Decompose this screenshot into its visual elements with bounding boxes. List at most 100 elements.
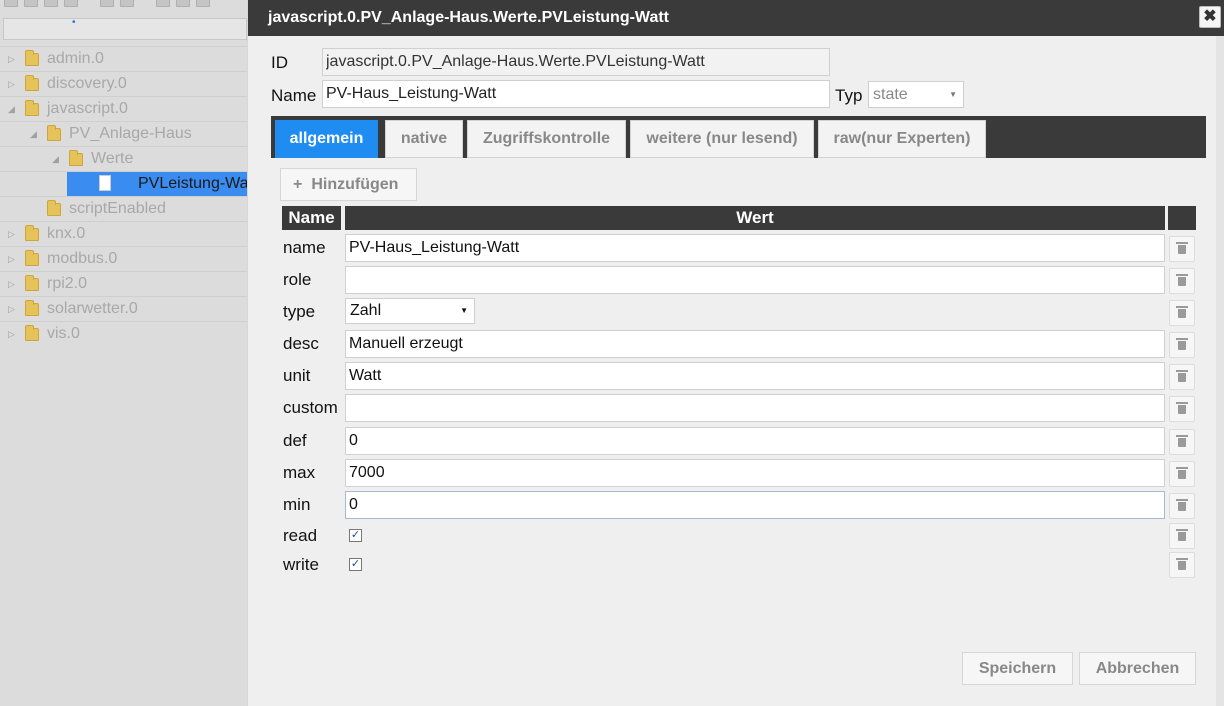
delete-property-button[interactable]: [1169, 236, 1195, 262]
property-value-input[interactable]: 0: [345, 427, 1165, 455]
folder-icon: [25, 275, 39, 291]
collapse-icon[interactable]: ◢: [8, 97, 15, 121]
name-label: Name: [271, 86, 317, 105]
folder-icon: [69, 150, 83, 166]
delete-property-button[interactable]: [1169, 332, 1195, 358]
folder-icon: [25, 75, 39, 91]
tree-item-label: PVLeistung-Watt: [138, 175, 247, 192]
property-row: desc Manuell erzeugt: [282, 329, 1197, 359]
trash-icon: [1176, 370, 1188, 382]
tab-weitere[interactable]: weitere (nur lesend): [630, 120, 814, 158]
dialog-title: javascript.0.PV_Anlage-Haus.Werte.PVLeis…: [268, 9, 669, 26]
expand-icon[interactable]: ▷: [8, 247, 15, 271]
tree-list: ▷ admin.0 ▷ discovery.0 ◢ javascript.0 ◢ PV_Anl…: [0, 46, 247, 346]
column-header-value: Wert: [345, 206, 1165, 230]
tree-item[interactable]: ◢ Werte: [0, 146, 247, 171]
delete-property-button[interactable]: [1169, 461, 1195, 487]
tree-item-label: solarwetter.0: [47, 300, 138, 317]
folder-icon: [25, 300, 39, 316]
tree-item[interactable]: ▷ modbus.0: [0, 246, 247, 271]
property-value-input[interactable]: 0: [345, 491, 1165, 519]
folder-icon: [25, 250, 39, 266]
property-value-input[interactable]: Watt: [345, 362, 1165, 390]
property-row: unit Watt: [282, 361, 1197, 391]
add-icon[interactable]: [156, 0, 170, 7]
property-value-input[interactable]: 7000: [345, 459, 1165, 487]
property-value-input[interactable]: Manuell erzeugt: [345, 330, 1165, 358]
tree-item[interactable]: ▷ rpi2.0: [0, 271, 247, 296]
property-checkbox[interactable]: ✓: [349, 558, 362, 571]
file-icon: [99, 175, 111, 191]
delete-property-button[interactable]: [1169, 364, 1195, 390]
delete-property-button[interactable]: [1169, 493, 1195, 519]
collapse-icon[interactable]: ◢: [52, 147, 59, 171]
property-name: name: [283, 238, 326, 257]
delete-property-button[interactable]: [1169, 523, 1195, 549]
tree-item[interactable]: PVLeistung-Watt: [0, 171, 247, 197]
tree-item[interactable]: ▷ knx.0: [0, 221, 247, 246]
tree-item[interactable]: ▷ discovery.0: [0, 71, 247, 96]
property-row: role: [282, 265, 1197, 295]
delete-property-button[interactable]: [1169, 396, 1195, 422]
tree-item[interactable]: ◢ PV_Anlage-Haus: [0, 121, 247, 146]
save-button[interactable]: Speichern: [962, 652, 1073, 685]
tree-item-label: discovery.0: [47, 75, 127, 92]
name-field[interactable]: [322, 80, 830, 108]
expand-icon[interactable]: ▷: [8, 297, 15, 321]
object-tree-panel: • ▷ admin.0 ▷ discovery.0 ◢ javascript.0 ◢ PV_A…: [0, 0, 247, 706]
delete-property-button[interactable]: [1169, 300, 1195, 326]
move-up-icon[interactable]: [176, 0, 190, 7]
delete-property-button[interactable]: [1169, 268, 1195, 294]
tree-filter-input[interactable]: •: [3, 18, 247, 40]
add-property-label: Hinzufügen: [311, 176, 399, 193]
tree-item[interactable]: scriptEnabled: [0, 196, 247, 221]
add-property-button[interactable]: + Hinzufügen: [280, 168, 417, 201]
delete-property-button[interactable]: [1169, 552, 1195, 578]
delete-property-button[interactable]: [1169, 429, 1195, 455]
folder-icon[interactable]: [44, 0, 58, 7]
property-type-select[interactable]: Zahl ▼: [345, 298, 475, 324]
property-value-input[interactable]: PV-Haus_Leistung-Watt: [345, 234, 1165, 262]
folder-icon: [25, 325, 39, 341]
tab-bar: allgemein native Zugriffskontrolle weite…: [271, 116, 1206, 158]
refresh-icon[interactable]: [4, 0, 18, 7]
trash-icon: [1176, 529, 1188, 541]
expand-icon[interactable]: ▷: [8, 222, 15, 246]
typ-select-value: state: [873, 86, 908, 103]
tree-item-label: Werte: [91, 150, 134, 167]
folder-open-icon[interactable]: [64, 0, 78, 7]
trash-icon: [1176, 467, 1188, 479]
plus-icon: +: [293, 176, 303, 193]
expand-icon[interactable]: ▷: [8, 272, 15, 296]
close-button[interactable]: ✖: [1199, 6, 1221, 28]
cancel-button[interactable]: Abbrechen: [1079, 652, 1196, 685]
expand-icon[interactable]: ▷: [8, 72, 15, 96]
tab-zugriffskontrolle[interactable]: Zugriffskontrolle: [467, 120, 626, 158]
property-name: read: [283, 526, 318, 545]
typ-select[interactable]: state ▼: [868, 81, 964, 108]
download-icon[interactable]: [100, 0, 114, 7]
collapse-icon[interactable]: ◢: [30, 122, 37, 146]
tab-native[interactable]: native: [385, 120, 463, 158]
tree-item[interactable]: ▷ admin.0: [0, 46, 247, 71]
property-value-input[interactable]: [345, 266, 1165, 294]
upload-icon[interactable]: [120, 0, 134, 7]
property-checkbox[interactable]: ✓: [349, 529, 362, 542]
tree-item[interactable]: ◢ javascript.0: [0, 96, 247, 121]
tree-item[interactable]: ▷ vis.0: [0, 321, 247, 346]
property-row: custom: [282, 393, 1197, 423]
chevron-down-icon: ▼: [949, 90, 957, 99]
tab-allgemein[interactable]: allgemein: [275, 120, 378, 158]
dialog-titlebar[interactable]: javascript.0.PV_Anlage-Haus.Werte.PVLeis…: [248, 0, 1224, 36]
property-name: write: [283, 555, 319, 574]
tab-raw[interactable]: raw(nur Experten): [818, 120, 986, 158]
property-name: desc: [283, 334, 319, 353]
id-field[interactable]: [322, 48, 830, 76]
grid-icon[interactable]: [24, 0, 38, 7]
expand-icon[interactable]: ▷: [8, 322, 15, 346]
move-down-icon[interactable]: [196, 0, 210, 7]
property-value-input[interactable]: [345, 394, 1165, 422]
expand-icon[interactable]: ▷: [8, 47, 15, 71]
tree-item[interactable]: ▷ solarwetter.0: [0, 296, 247, 321]
folder-icon: [47, 200, 61, 216]
